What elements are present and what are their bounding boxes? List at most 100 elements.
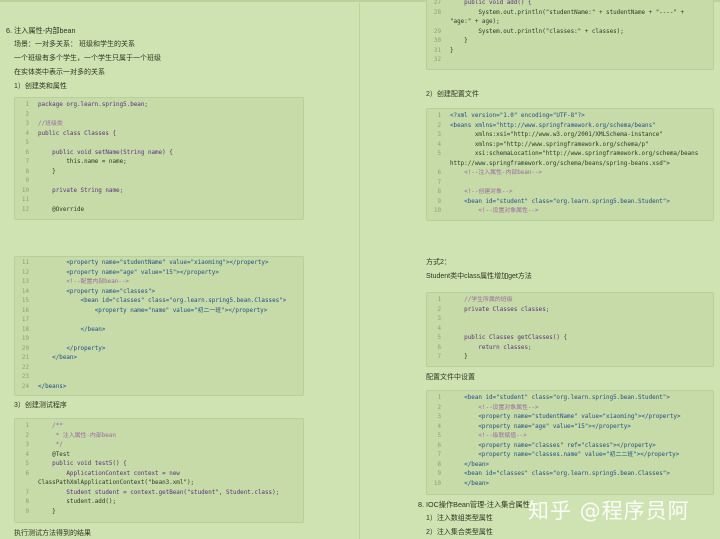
code-text: }: [450, 38, 468, 44]
method-2-desc: Student类中class属性增加get方法: [426, 273, 532, 280]
line-number: 6: [25, 470, 29, 477]
line-number: 5: [437, 335, 441, 341]
line-number: 3: [437, 132, 441, 138]
code-line: 30 }: [427, 37, 713, 47]
code-text: Student student = context.getBean("stude…: [38, 489, 280, 496]
code-text: </property>: [38, 345, 106, 352]
code-line: 22: [15, 364, 303, 374]
line-number: 5: [25, 461, 29, 467]
right-column: 27 public void add() {28 System.out.prin…: [360, 0, 720, 539]
code-line: 5 public Classes getClasses() {: [427, 334, 713, 344]
code-line: 6 <!--注入属性-内部bean-->: [427, 169, 713, 179]
code-text: <bean id="classes" class="org.learn.spri…: [450, 471, 670, 477]
line-number: 6: [437, 442, 441, 449]
code-text: System.out.println("classes:" + classes)…: [450, 28, 624, 35]
line-number: 11: [21, 197, 29, 203]
code-line: 3 <property name="studentName" value="xi…: [427, 413, 713, 423]
code-line: 8 <!--创建对象-->: [427, 188, 713, 198]
line-number: 17: [21, 317, 29, 323]
code-text: </bean>: [38, 355, 78, 361]
line-number: 7: [25, 489, 29, 496]
code-text: xsi:schemaLocation="http://www.springfra…: [450, 151, 699, 157]
code-line: 8 }: [15, 168, 303, 178]
line-number: 28: [433, 9, 441, 16]
line-number: 15: [21, 298, 29, 304]
code-line: "age:" + age);: [427, 18, 713, 28]
code-text: <property name="name" value="初二一班"></pro…: [38, 307, 268, 314]
code-line: 32: [427, 56, 713, 66]
code-line: 14 <property name="classes">: [15, 288, 303, 298]
code-text: public void setName(String name) {: [38, 149, 173, 156]
code-text: <!--配置内部bean-->: [38, 279, 129, 285]
code-line: 2 <!--设置对象属性-->: [427, 404, 713, 414]
code-line: 2 <beans xmlns="http://www.springframewor…: [427, 122, 713, 132]
code-text: <property name="classes" ref="classes"><…: [450, 442, 656, 449]
line-number: 4: [437, 141, 441, 148]
line-number: 20: [21, 345, 29, 352]
code-text: </bean>: [450, 461, 490, 468]
line-number: 6: [25, 149, 29, 156]
code-line: 1 <bean id="student" class="org.learn.sp…: [427, 394, 713, 404]
code-text: xmlns:xsi="http://www.w3.org/2001/XMLSch…: [450, 132, 663, 138]
code-line: 27 public void add() {: [427, 0, 713, 9]
code-line: 12 <property name="age" value="15"></pro…: [15, 269, 303, 279]
line-number: 3: [25, 121, 29, 127]
code-line: 3: [427, 315, 713, 325]
code-text: * 注入属性-内部bean: [38, 432, 116, 439]
line-number: 3: [25, 442, 29, 448]
code-line: 28 System.out.println("studentName:" + s…: [427, 9, 713, 19]
code-line: 3 //班级类: [15, 120, 303, 130]
code-line: 17: [15, 316, 303, 326]
code-text: public Classes getClasses() {: [450, 335, 568, 341]
line-number: 8: [437, 189, 441, 195]
code-line: 12 @Override: [15, 206, 303, 216]
code-line: 9 }: [15, 508, 303, 518]
code-text: @Test: [38, 451, 70, 458]
line-number: 8: [437, 461, 441, 468]
line-number: 27: [433, 0, 441, 6]
code-text: <?xml version="1.0" encoding="UTF-8"?>: [450, 113, 585, 119]
code-line: 4 public class Classes {: [15, 130, 303, 140]
code-line: 3 */: [15, 441, 303, 451]
code-text: System.out.println("studentName:" + stud…: [450, 9, 685, 16]
line-number: 14: [21, 288, 29, 295]
code-line: 1 /**: [15, 422, 303, 432]
code-block-add-method: 27 public void add() {28 System.out.prin…: [426, 0, 714, 70]
code-line: 7 }: [427, 353, 713, 363]
code-line: 20 </property>: [15, 345, 303, 355]
code-line: 1 package org.learn.spring5.bean;: [15, 101, 303, 111]
code-text: http://www.springframework.org/schema/be…: [450, 160, 670, 167]
code-line: 23: [15, 373, 303, 383]
section-8-heading: 8. IOC操作Bean管理-注入集合属性: [418, 500, 530, 509]
code-line: 5: [15, 139, 303, 149]
code-line: 31}: [427, 47, 713, 57]
code-line: 6 <property name="classes" ref="classes"…: [427, 442, 713, 452]
code-text: <property name="classes.name" value="初二二…: [450, 452, 680, 458]
line-number: [427, 18, 450, 28]
code-line: 9: [15, 177, 303, 187]
code-block-classes: 1 package org.learn.spring5.bean; 2 3 //班级类 4…: [14, 97, 304, 220]
code-line: 7 Student student = context.getBean("stu…: [15, 489, 303, 499]
code-text: private String name;: [38, 187, 124, 194]
code-line: 1 //学生所属的班级: [427, 296, 713, 306]
step-3-label: 3）创建测试程序: [14, 402, 67, 409]
code-line: 6 return classes;: [427, 344, 713, 354]
code-line: 8 </bean>: [427, 461, 713, 471]
code-text: <!--创建对象-->: [450, 189, 513, 195]
method-2-label: 方式2：: [426, 259, 451, 266]
code-line: 10 private String name;: [15, 187, 303, 197]
code-line: 6 public void setName(String name) {: [15, 149, 303, 159]
code-block-test: 1 /** 2 * 注入属性-内部bean 3 */4 @Test 5 public …: [14, 418, 304, 523]
code-text: "age:" + age);: [450, 19, 500, 25]
code-line: 21 </bean>: [15, 354, 303, 364]
code-block-inner-bean: 11 <property name="studentName" value="x…: [14, 256, 304, 396]
code-line: 4 <property name="age" value="15"></prop…: [427, 423, 713, 433]
line-number: 1: [437, 395, 441, 401]
code-text: private Classes classes;: [450, 306, 550, 313]
line-number: 2: [437, 122, 441, 129]
